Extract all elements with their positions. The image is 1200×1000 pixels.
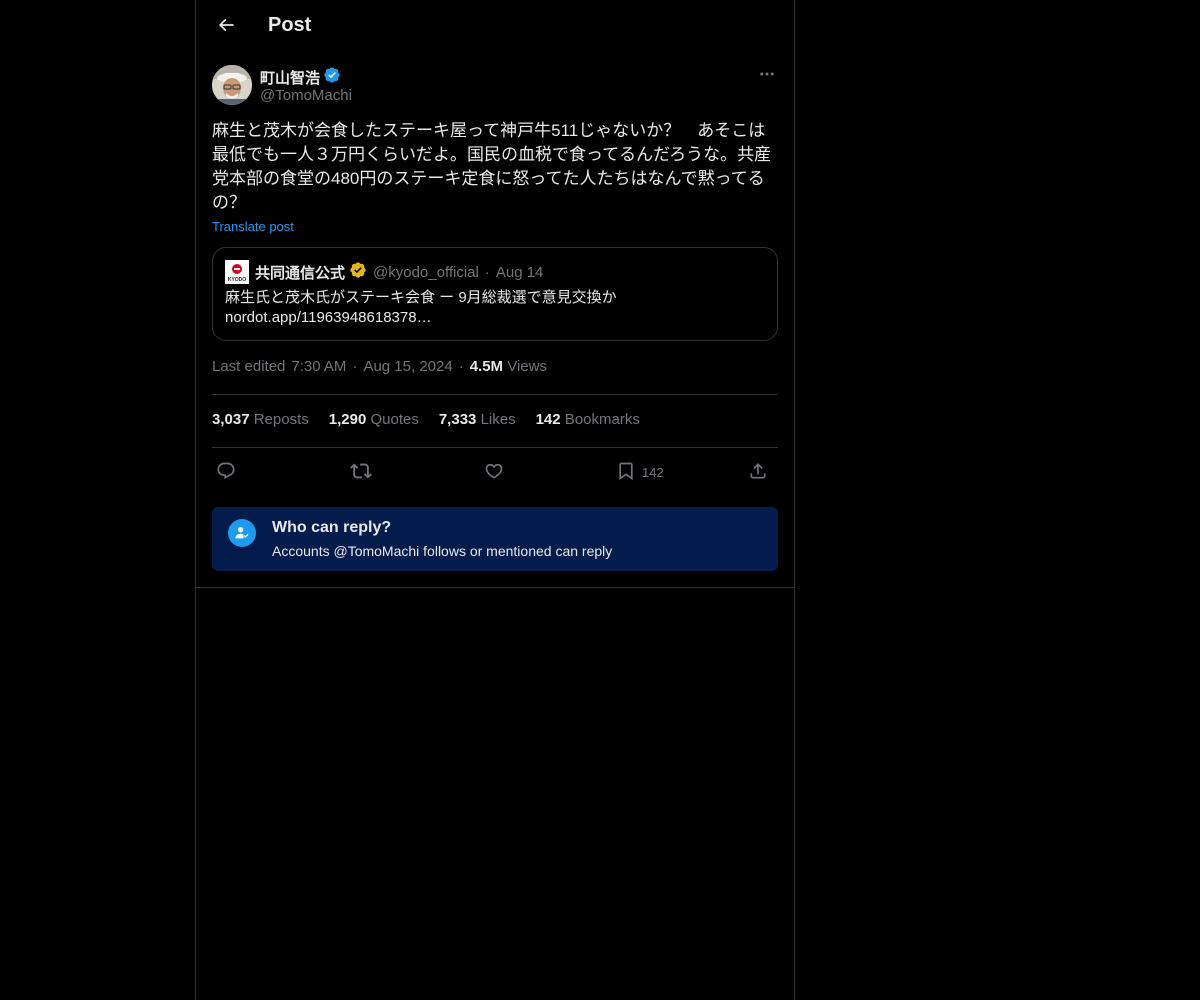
reposts-label: Reposts <box>253 411 309 428</box>
likes-count: 7,333 <box>438 411 477 428</box>
reply-restriction-banner: Who can reply? Accounts @TomoMachi follo… <box>212 507 778 571</box>
avatar[interactable] <box>212 65 252 105</box>
divider <box>196 587 794 588</box>
svg-text:KYODO: KYODO <box>228 277 246 283</box>
repost-icon <box>350 460 372 485</box>
post-author: 町山智浩 @TomoMachi <box>212 65 778 107</box>
more-horizontal-icon <box>758 65 776 88</box>
share-button[interactable] <box>748 458 768 486</box>
quoted-post[interactable]: KYODO 共同通信公式 @kyodo_official · Aug 14 麻生… <box>212 247 778 341</box>
views-label: Views <box>507 358 547 375</box>
post-actions: 142 <box>212 458 778 486</box>
divider <box>212 394 778 395</box>
divider <box>212 447 778 448</box>
likes-stat[interactable]: 7,333 Likes <box>439 411 516 428</box>
separator-dot: · <box>458 358 464 375</box>
reposts-stat[interactable]: 3,037 Reposts <box>212 411 309 428</box>
reply-restriction-title: Who can reply? <box>272 519 392 536</box>
likes-label: Likes <box>480 411 516 428</box>
views-count-wrap: 4.5M Views <box>470 358 547 375</box>
separator-dot: · <box>484 263 490 281</box>
reply-restriction-subtitle: Accounts @TomoMachi follows or mentioned… <box>272 543 613 559</box>
repost-button[interactable] <box>350 458 372 486</box>
author-name-text: 町山智浩 <box>260 69 321 87</box>
bookmark-count: 142 <box>642 464 664 480</box>
verified-badge-icon <box>323 66 341 88</box>
reposts-count: 3,037 <box>212 411 250 428</box>
bookmark-icon <box>616 461 636 484</box>
like-button[interactable] <box>484 458 504 486</box>
bookmarks-label: Bookmarks <box>564 411 640 428</box>
quoted-author-handle: @kyodo_official <box>373 263 479 281</box>
quoted-post-text: 麻生氏と茂木氏がステーキ会食 ー 9月総裁選で意見交換か <box>225 289 617 306</box>
quoted-post-header: KYODO 共同通信公式 @kyodo_official · Aug 14 <box>225 260 543 284</box>
page-header: Post <box>196 0 794 54</box>
bookmarks-stat: 142 Bookmarks <box>536 411 640 428</box>
post-meta: Last edited 7:30 AM · Aug 15, 2024 · 4.5… <box>212 358 547 375</box>
bookmark-button[interactable]: 142 <box>616 458 664 486</box>
quoted-post-date: Aug 14 <box>495 263 544 281</box>
author-name[interactable]: 町山智浩 <box>260 66 341 88</box>
quotes-count: 1,290 <box>328 411 367 428</box>
heart-icon <box>484 461 504 484</box>
share-icon <box>748 461 768 484</box>
page-title: Post <box>268 14 312 36</box>
reply-icon <box>216 461 236 484</box>
views-count: 4.5M <box>469 358 504 375</box>
reply-button[interactable] <box>216 458 236 486</box>
arrow-left-icon <box>216 15 236 40</box>
user-check-icon <box>228 519 256 547</box>
quoted-post-body: 麻生氏と茂木氏がステーキ会食 ー 9月総裁選で意見交換か nordot.app/… <box>225 288 765 328</box>
post-text: 麻生と茂木が会食したステーキ屋って神戸牛511じゃないか？ あそこは最低でも一人… <box>212 121 772 212</box>
quotes-label: Quotes <box>370 411 419 428</box>
separator-dot: · <box>352 358 358 375</box>
more-options-button[interactable] <box>756 65 778 87</box>
post-time[interactable]: 7:30 AM <box>291 358 346 375</box>
verified-gold-badge-icon <box>349 261 367 283</box>
quoted-post-link[interactable]: nordot.app/11963948618378… <box>225 308 765 328</box>
translate-post-link[interactable]: Translate post <box>212 219 294 234</box>
kyodo-logo: KYODO <box>225 260 249 284</box>
post-date[interactable]: Aug 15, 2024 <box>363 358 452 375</box>
back-button[interactable] <box>212 13 240 41</box>
bookmarks-count: 142 <box>535 411 561 428</box>
post-stats: 3,037 Reposts 1,290 Quotes 7,333 Likes 1… <box>212 411 640 428</box>
quoted-author-name: 共同通信公式 <box>255 264 346 282</box>
edited-label[interactable]: Last edited <box>212 358 285 375</box>
author-handle[interactable]: @TomoMachi <box>260 87 352 104</box>
quotes-stat[interactable]: 1,290 Quotes <box>329 411 419 428</box>
main-column: Post 町山智浩 @TomoMachi 麻生と茂木が会食したステーキ屋って神戸… <box>195 0 795 1000</box>
